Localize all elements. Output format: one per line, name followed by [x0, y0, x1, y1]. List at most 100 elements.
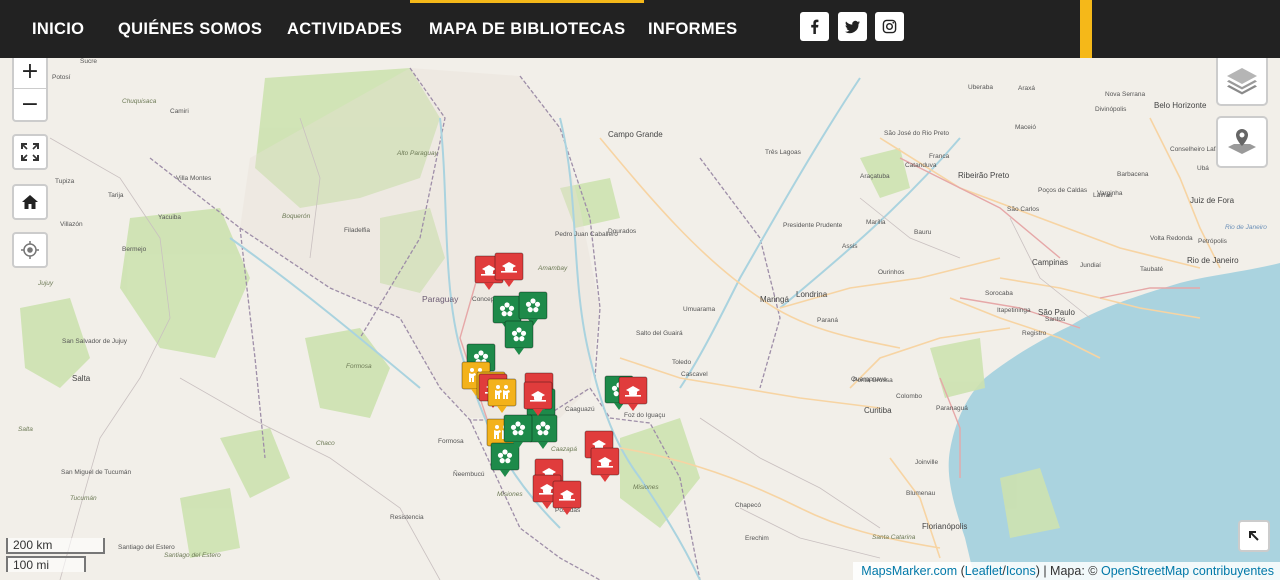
people-icon — [487, 378, 517, 413]
zoom-control: + − — [12, 58, 48, 122]
place-label: Assis — [842, 243, 858, 250]
place-label: Franca — [929, 153, 950, 160]
place-label: Boquerón — [282, 213, 311, 220]
nav-item-inicio[interactable]: INICIO — [32, 0, 84, 58]
facebook-icon — [811, 19, 819, 34]
place-label: Chaco — [316, 440, 335, 447]
place-label: Campo Grande — [608, 130, 663, 139]
library-marker-red[interactable] — [523, 381, 553, 417]
place-label: Curitiba — [864, 406, 892, 415]
home-icon — [22, 195, 38, 209]
place-label: San Miguel de Tucumán — [61, 469, 132, 476]
nav-accent-bar — [1080, 0, 1092, 58]
place-label: Bermejo — [122, 246, 147, 253]
place-label: Maceió — [1015, 124, 1036, 131]
place-label: Umuarama — [683, 306, 716, 313]
place-label: Salta — [72, 374, 91, 383]
instagram-icon — [882, 19, 897, 34]
graduation-cap-icon — [552, 480, 582, 515]
place-label: Marília — [866, 219, 886, 226]
facebook-button[interactable] — [800, 12, 829, 41]
nav-item-actividades[interactable]: ACTIVIDADES — [287, 0, 402, 58]
openstreetmap-link[interactable]: OpenStreetMap contribuyentes — [1101, 564, 1274, 578]
place-label: Dourados — [608, 228, 637, 235]
graduation-cap-icon — [618, 376, 648, 411]
instagram-button[interactable] — [875, 12, 904, 41]
top-navbar: INICIO QUIÉNES SOMOS ACTIVIDADES MAPA DE… — [0, 0, 1280, 58]
nav-item-mapa-de-bibliotecas[interactable]: MAPA DE BIBLIOTECAS — [410, 0, 645, 58]
place-label: Filadelfia — [344, 227, 371, 234]
place-label: Tucumán — [70, 495, 97, 502]
home-button[interactable] — [14, 186, 46, 218]
fullscreen-icon — [21, 143, 39, 161]
place-label: Misiones — [497, 491, 523, 498]
place-label: Alto Paraguay — [397, 150, 438, 157]
place-label: Poços de Caldas — [1038, 187, 1088, 194]
place-label: Santa Catarina — [872, 534, 916, 541]
place-label: Barbacena — [1117, 171, 1149, 178]
place-label: Londrina — [796, 290, 828, 299]
place-label: Araxá — [1018, 85, 1035, 92]
place-label: Rio de Janeiro — [1225, 224, 1267, 231]
place-label: Salto del Guairá — [636, 330, 683, 337]
place-label: Erechim — [745, 535, 769, 542]
place-label: Divinópolis — [1095, 106, 1127, 113]
fullscreen-button[interactable] — [14, 136, 46, 168]
place-label: Formosa — [346, 363, 372, 370]
place-label: Varginha — [1097, 190, 1123, 197]
place-label: Camiri — [170, 108, 189, 115]
layers-button[interactable] — [1216, 58, 1268, 106]
scale-imperial: 100 mi — [6, 556, 86, 572]
place-label: Paraguay — [422, 294, 459, 304]
place-label: São Carlos — [1007, 206, 1040, 213]
icons-link[interactable]: Icons — [1006, 564, 1036, 578]
nav-item-quienes-somos[interactable]: QUIÉNES SOMOS — [118, 0, 262, 58]
place-label: Belo Horizonte — [1154, 101, 1207, 110]
library-marker-red[interactable] — [494, 252, 524, 288]
place-label: Ubá — [1197, 165, 1209, 172]
library-marker-green[interactable] — [504, 320, 534, 356]
library-marker-yellow[interactable] — [487, 378, 517, 414]
mapsmarker-link[interactable]: MapsMarker.com — [861, 564, 957, 578]
locate-control — [12, 232, 48, 268]
place-label: Cascavel — [681, 371, 708, 378]
place-label: Chapecó — [735, 502, 762, 509]
place-label: Santiago del Estero — [118, 544, 175, 551]
library-marker-green[interactable] — [503, 414, 533, 450]
expand-button[interactable] — [1238, 520, 1270, 552]
place-label: Tarija — [108, 192, 124, 199]
place-label: Sucre — [80, 58, 97, 65]
place-label: Salta — [18, 426, 33, 433]
place-label: Jundiaí — [1080, 262, 1101, 269]
place-label: Registro — [1022, 330, 1047, 337]
zoom-in-button[interactable]: + — [14, 58, 46, 88]
nav-item-informes[interactable]: INFORMES — [648, 0, 737, 58]
locate-button[interactable] — [14, 234, 46, 266]
markers-layer-button[interactable] — [1216, 116, 1268, 168]
place-label: Ponta Grossa — [853, 377, 893, 384]
place-label: Florianópolis — [922, 522, 968, 531]
place-label: San Salvador de Jujuy — [62, 338, 128, 345]
place-label: Rio de Janeiro — [1187, 256, 1239, 265]
library-marker-red[interactable] — [590, 447, 620, 483]
leaflet-link[interactable]: Leaflet — [965, 564, 1003, 578]
flower-icon — [504, 320, 534, 355]
place-label: Jujuy — [38, 280, 54, 287]
twitter-button[interactable] — [838, 12, 867, 41]
place-label: Santos — [1045, 316, 1066, 323]
map-pin-layer-icon — [1228, 129, 1256, 154]
library-marker-red[interactable] — [618, 376, 648, 412]
library-marker-red[interactable] — [552, 480, 582, 516]
fullscreen-control — [12, 134, 48, 170]
graduation-cap-icon — [590, 447, 620, 482]
place-label: Juiz de Fora — [1190, 196, 1235, 205]
place-label: Blumenau — [906, 490, 936, 497]
zoom-out-button[interactable]: − — [14, 88, 46, 120]
place-label: Volta Redonda — [1150, 235, 1193, 242]
place-label: Tupiza — [55, 178, 75, 185]
place-label: Paranaguá — [936, 405, 968, 412]
place-label: Paraná — [817, 317, 838, 324]
place-label: Presidente Prudente — [783, 222, 843, 229]
place-label: Ñeembucú — [453, 471, 485, 478]
library-map[interactable]: Sucre Potosí Chuquisaca Camiri Villa Montes T… — [0, 58, 1280, 580]
